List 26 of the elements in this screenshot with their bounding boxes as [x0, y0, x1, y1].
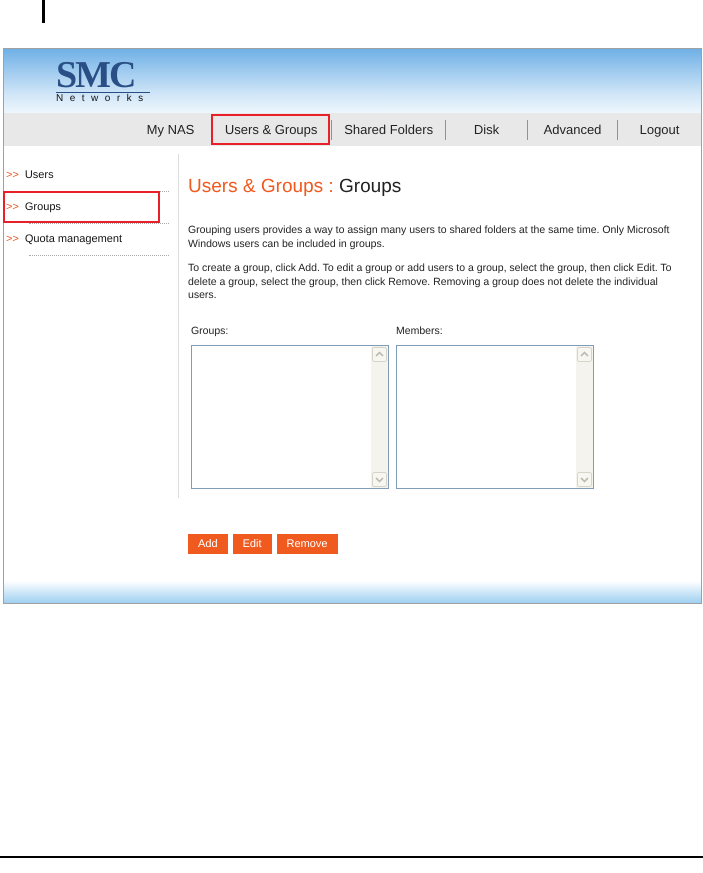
nav-tab[interactable]: Logout — [617, 120, 701, 140]
marker-text: >> — [6, 201, 19, 213]
list-box[interactable] — [191, 344, 389, 488]
nav-tab[interactable]: Disk — [445, 120, 527, 140]
list-box[interactable] — [396, 344, 594, 488]
sidebar-label: Groups — [24, 201, 61, 213]
description-text: Grouping users provides a way to assign many users to shared folders at the same time. Only Microsoft Windows users can be included in groups. — [188, 224, 670, 251]
marker-text: >> — [6, 169, 19, 181]
list-label: Groups: — [191, 324, 230, 336]
nav-tab[interactable]: Advanced — [527, 120, 617, 140]
logo-brand: SMC — [56, 58, 134, 92]
sidebar-label: Users — [24, 169, 54, 181]
logo-subtitle: Networks — [56, 92, 150, 104]
sidebar-label: Quota management — [24, 233, 122, 245]
nav-tab[interactable]: My NAS — [130, 120, 210, 140]
scroll-up-icon[interactable] — [372, 346, 387, 362]
section-title: Users & Groups : — [188, 176, 334, 197]
list-label: Members: — [396, 324, 444, 336]
description-text: To create a group, click Add. To edit a group or add users to a group, select the group, then click Edit. To delete a group, select the group, then click Remove. Removing a group does not delete the individual users. — [188, 262, 672, 302]
nav-tab[interactable]: Shared Folders — [331, 120, 445, 140]
nav-tab[interactable]: Users & Groups — [212, 115, 330, 144]
page-title: Groups — [339, 176, 402, 197]
scroll-down-icon[interactable] — [372, 472, 387, 486]
marker-text: >> — [6, 233, 19, 245]
scroll-down-icon[interactable] — [577, 472, 592, 486]
scroll-up-icon[interactable] — [577, 346, 592, 362]
